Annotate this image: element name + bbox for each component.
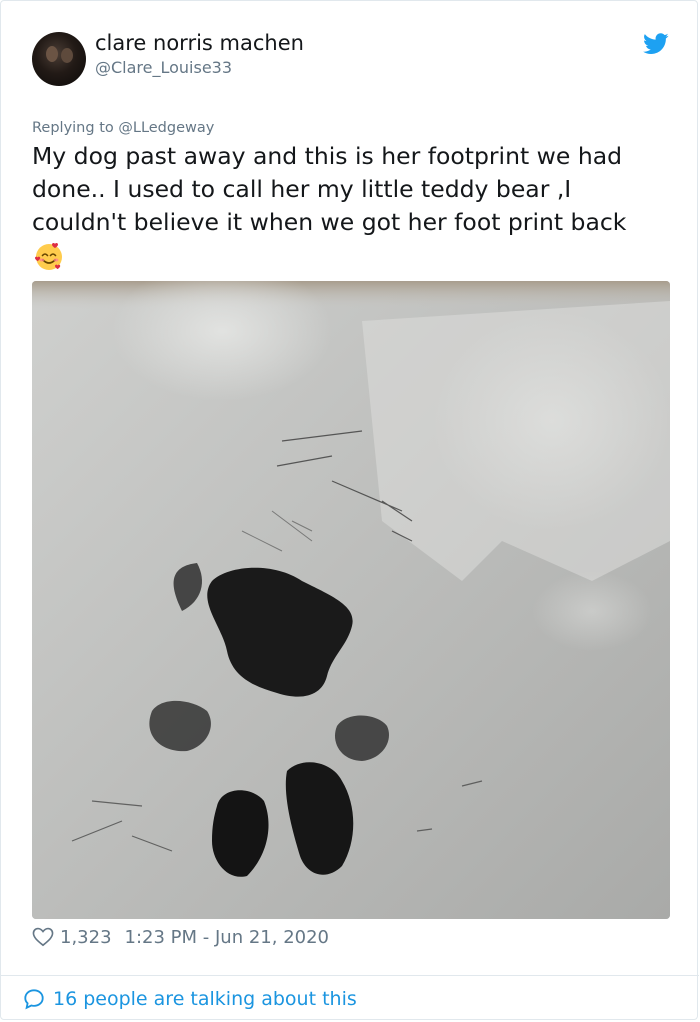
avatar[interactable] bbox=[32, 32, 86, 86]
heart-icon[interactable] bbox=[32, 927, 54, 947]
conversation-label[interactable]: 16 people are talking about this bbox=[53, 988, 357, 1010]
speech-bubble-icon bbox=[24, 989, 44, 1010]
tweet-timestamp[interactable]: 1:23 PM - Jun 21, 2020 bbox=[125, 927, 329, 948]
avatar-face-right bbox=[61, 48, 73, 63]
replying-to: Replying to @LLedgeway bbox=[32, 120, 214, 136]
reply-mention-link[interactable]: @LLedgeway bbox=[118, 120, 214, 136]
author-handle[interactable]: @Clare_Louise33 bbox=[95, 58, 232, 77]
like-count[interactable]: 1,323 bbox=[60, 927, 112, 948]
tweet-text-line: couldn't believe it when we got her foot… bbox=[32, 208, 627, 236]
paw-print-photo bbox=[32, 281, 670, 919]
tweet-text: My dog past away and this is her footpri… bbox=[32, 140, 672, 239]
tweet-footer: 1,323 1:23 PM - Jun 21, 2020 bbox=[32, 923, 329, 951]
smiling-face-with-hearts-emoji bbox=[35, 242, 62, 270]
tweet-card: clare norris machen @Clare_Louise33 Repl… bbox=[0, 0, 699, 1020]
conversation-link[interactable]: 16 people are talking about this bbox=[23, 985, 357, 1013]
tweet-text-line: done.. I used to call her my little tedd… bbox=[32, 175, 572, 203]
avatar-face-left bbox=[46, 46, 58, 62]
divider bbox=[1, 975, 699, 976]
author-display-name[interactable]: clare norris machen bbox=[95, 31, 304, 55]
tweet-text-line: My dog past away and this is her footpri… bbox=[32, 142, 623, 170]
tweet-photo[interactable] bbox=[32, 281, 670, 919]
replying-prefix: Replying to bbox=[32, 120, 119, 136]
twitter-bird-icon[interactable] bbox=[643, 33, 669, 55]
